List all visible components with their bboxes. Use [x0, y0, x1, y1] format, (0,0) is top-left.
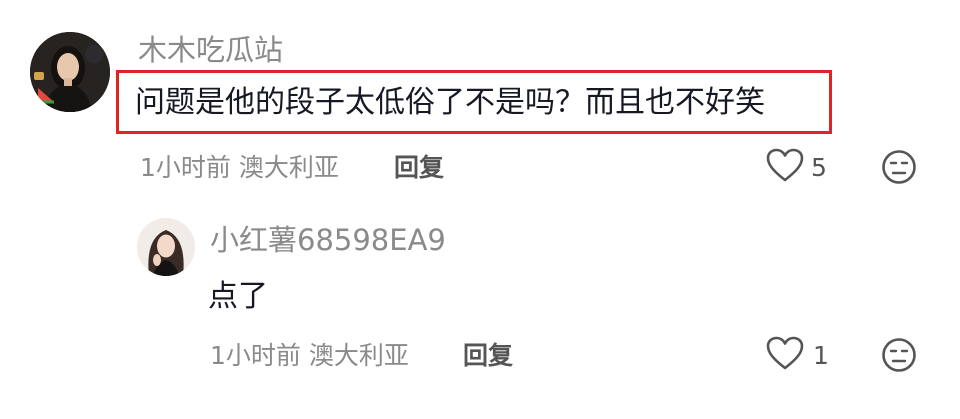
- avatar[interactable]: [30, 32, 110, 112]
- comment-username[interactable]: 木木吃瓜站: [138, 36, 283, 65]
- heart-outline-icon[interactable]: [766, 148, 804, 184]
- reply-avatar[interactable]: [137, 218, 195, 276]
- reply-username[interactable]: 小红薯68598EA9: [210, 226, 446, 255]
- reply-button[interactable]: 回复: [394, 155, 444, 180]
- reply-meta: 1小时前 澳大利亚: [210, 341, 409, 370]
- reply-text: 点了: [208, 279, 268, 314]
- heart-outline-icon[interactable]: [766, 336, 804, 372]
- avatar-image: [30, 32, 110, 112]
- meh-face-icon[interactable]: [881, 149, 917, 185]
- comment-text: 问题是他的段子太低俗了不是吗？而且也不好笑: [135, 85, 765, 120]
- reply-like-count: 1: [813, 341, 829, 370]
- reply-reply-button[interactable]: 回复: [463, 343, 513, 368]
- meh-face-icon[interactable]: [881, 337, 917, 373]
- comment-meta: 1小时前 澳大利亚: [140, 153, 339, 182]
- avatar-image: [137, 218, 195, 276]
- like-count: 5: [811, 153, 827, 182]
